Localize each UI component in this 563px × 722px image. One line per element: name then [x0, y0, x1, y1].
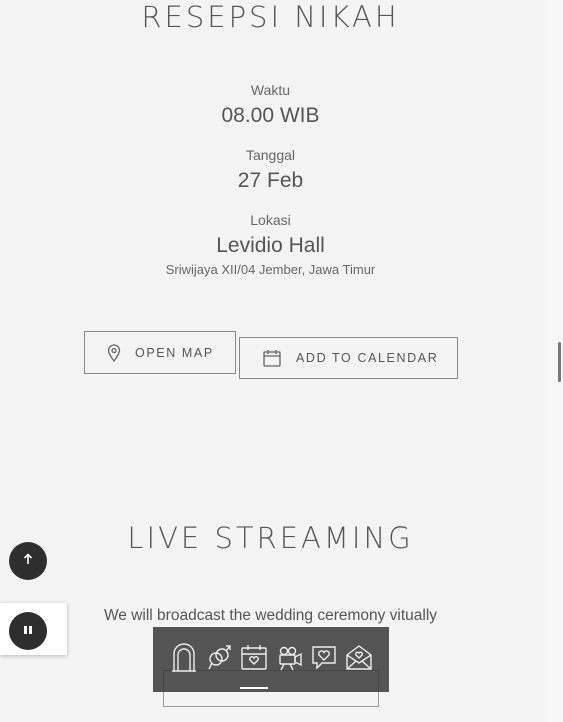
date-label: Tanggal: [245, 147, 296, 163]
scroll-to-top-button[interactable]: [9, 542, 47, 580]
time-label: Waktu: [250, 82, 291, 98]
live-streaming-title: LIVE STREAMING: [127, 521, 414, 555]
nav-item-couple[interactable]: [204, 640, 234, 680]
add-to-calendar-button[interactable]: ADD TO CALENDAR: [239, 337, 458, 379]
music-control-panel: [0, 603, 67, 655]
video-camera-icon: [275, 643, 303, 676]
address-text: Sriwijaya XII/04 Jember, Jawa Timur: [165, 262, 376, 277]
nav-item-live-streaming[interactable]: [274, 640, 304, 680]
bottom-nav: [153, 627, 389, 692]
open-map-label: OPEN MAP: [135, 345, 214, 360]
pause-icon: [23, 622, 33, 640]
envelope-heart-icon: [345, 643, 373, 676]
add-to-calendar-label: ADD TO CALENDAR: [296, 351, 439, 365]
couple-rings-icon: [206, 642, 232, 677]
photo-heart-icon: [310, 643, 338, 676]
open-map-button[interactable]: OPEN MAP: [84, 331, 236, 374]
calendar-icon: [262, 348, 282, 368]
date-value: 27 Feb: [237, 169, 304, 192]
page: RESEPSI NIKAH Waktu 08.00 WIB Tanggal 27…: [0, 0, 548, 722]
nav-item-event[interactable]: [239, 640, 269, 689]
scrollbar-thumb[interactable]: [558, 342, 561, 382]
time-value: 08.00 WIB: [221, 104, 320, 127]
reception-title: RESEPSI NIKAH: [141, 0, 400, 34]
nav-item-wedding-arch[interactable]: [169, 640, 199, 680]
location-label: Lokasi: [250, 212, 291, 228]
calendar-heart-icon: [240, 643, 268, 676]
location-value: Levidio Hall: [216, 234, 325, 257]
map-pin-icon: [107, 343, 121, 362]
nav-item-rsvp[interactable]: [344, 640, 374, 680]
live-streaming-subtitle: We will broadcast the wedding ceremony v…: [103, 607, 438, 624]
music-pause-button[interactable]: [9, 612, 47, 650]
arrow-up-icon: [22, 552, 34, 570]
wedding-arch-icon: [171, 642, 197, 677]
nav-item-gallery[interactable]: [309, 640, 339, 680]
